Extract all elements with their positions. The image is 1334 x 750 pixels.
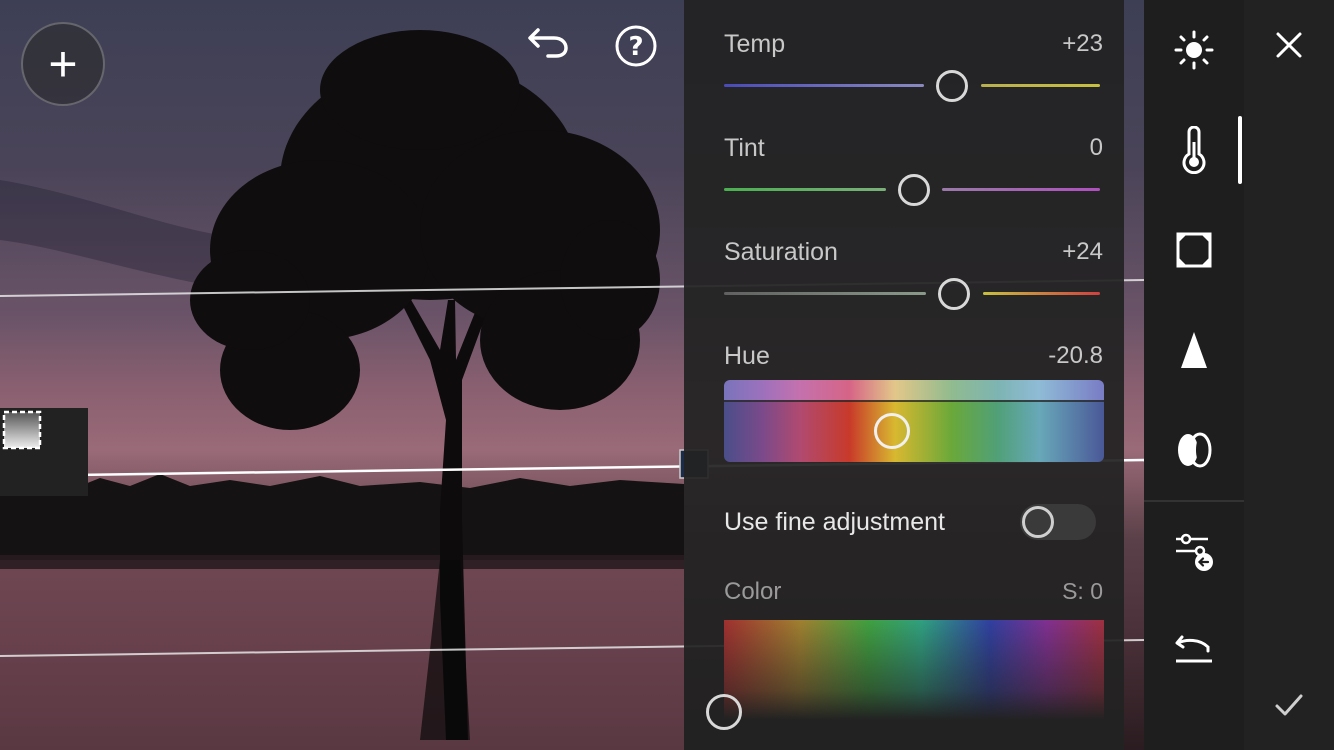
help-button[interactable]: ? (614, 24, 658, 68)
hue-label: Hue (724, 342, 770, 370)
light-icon (1174, 30, 1214, 70)
saturation-value: +24 (1062, 238, 1103, 265)
optics-icon (1178, 432, 1212, 468)
light-tool[interactable] (1169, 25, 1219, 75)
mask-adjust-icon (1176, 533, 1213, 571)
confirm-button[interactable] (1267, 683, 1311, 727)
temp-label: Temp (724, 30, 786, 58)
hue-value: -20.8 (1048, 342, 1103, 369)
reset-tool[interactable] (1169, 625, 1219, 675)
close-button[interactable] (1267, 23, 1311, 67)
saturation-track-right[interactable] (983, 292, 1100, 295)
fine-adjustment-toggle[interactable] (1020, 504, 1096, 540)
photo-scene (0, 30, 1145, 750)
hue-slider[interactable] (724, 380, 1104, 462)
saturation-label: Saturation (724, 238, 838, 266)
undo-icon (528, 28, 568, 58)
temp-track-right[interactable] (981, 84, 1100, 87)
temperature-icon (1182, 126, 1206, 174)
saturation-track-left[interactable] (724, 292, 926, 295)
undo-button[interactable] (526, 24, 570, 68)
sharpen-icon (1181, 332, 1207, 368)
tint-track-right[interactable] (942, 188, 1100, 191)
optics-tool[interactable] (1169, 425, 1219, 475)
color-tool[interactable] (1169, 125, 1219, 175)
temp-value: +23 (1062, 30, 1103, 57)
tint-slider-thumb[interactable] (898, 174, 930, 206)
saturation-slider-thumb[interactable] (938, 278, 970, 310)
color-label: Color (724, 578, 782, 605)
tree-canopy (190, 30, 660, 430)
temp-track-left[interactable] (724, 84, 924, 87)
linear-gradient-mask-icon (2, 410, 42, 450)
photo-canvas[interactable]: + ? (0, 0, 1334, 750)
close-icon (1276, 32, 1302, 58)
commit-sidebar (1244, 0, 1334, 750)
gradient-mask-tool[interactable] (0, 408, 88, 496)
plus-icon: + (48, 36, 78, 92)
edit-toolbar (1144, 0, 1244, 750)
tint-track-left[interactable] (724, 188, 886, 191)
add-button[interactable]: + (21, 22, 105, 106)
vignette-icon (1176, 232, 1212, 268)
svg-text:?: ? (628, 32, 643, 62)
color-value: S: 0 (1062, 578, 1103, 604)
temp-slider-thumb[interactable] (936, 70, 968, 102)
treeline (0, 474, 684, 560)
hue-slider-thumb[interactable] (874, 413, 910, 449)
shoreline (0, 555, 684, 569)
color-picker-field[interactable] (724, 620, 1104, 720)
help-icon: ? (615, 25, 657, 67)
color-picker-thumb[interactable] (706, 694, 742, 730)
toggle-knob (1022, 506, 1054, 538)
tint-label: Tint (724, 134, 765, 162)
water (0, 555, 684, 750)
check-icon (1275, 694, 1303, 716)
active-tool-indicator (1238, 116, 1242, 184)
mask-adjust-tool[interactable] (1169, 526, 1219, 576)
detail-tool[interactable] (1169, 325, 1219, 375)
reset-icon (1175, 635, 1212, 663)
color-adjustment-panel: Temp +23 Tint 0 Saturation +24 Hue -20.8… (684, 0, 1124, 750)
effects-tool[interactable] (1169, 225, 1219, 275)
toolbar-divider (1144, 500, 1244, 502)
tint-value: 0 (1089, 134, 1103, 161)
fine-adjustment-label: Use fine adjustment (724, 508, 945, 536)
